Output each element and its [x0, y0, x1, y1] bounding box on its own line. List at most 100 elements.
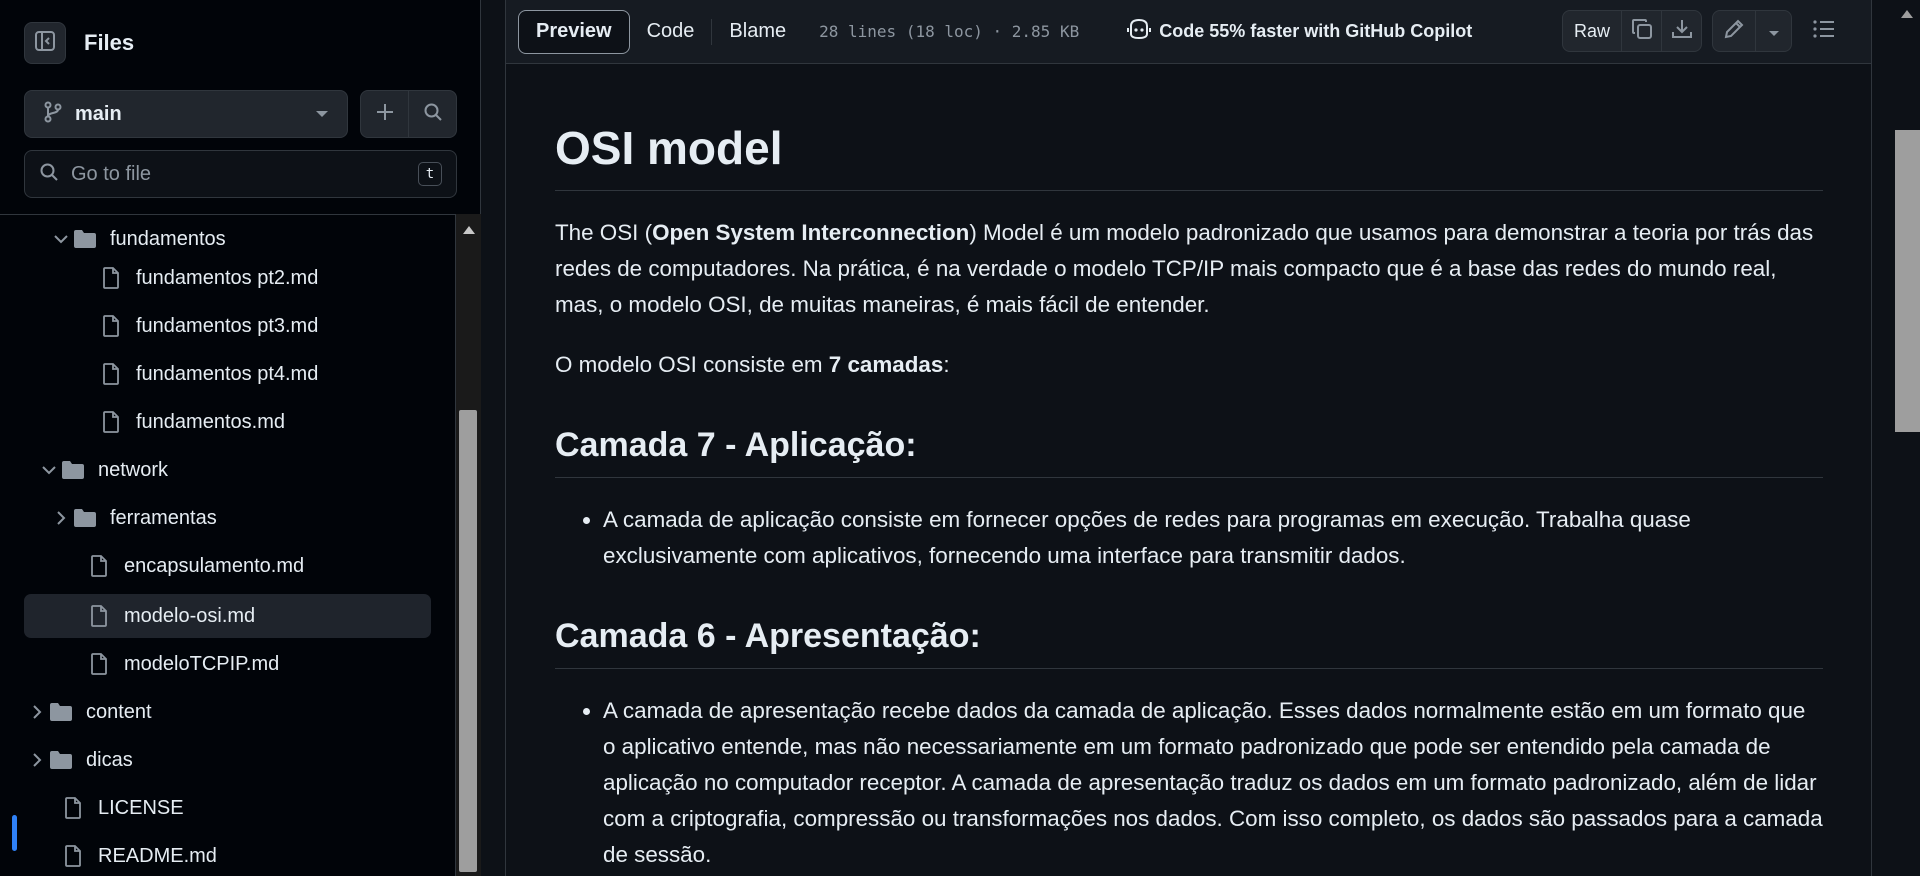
tree-actions — [360, 90, 457, 138]
tab-preview[interactable]: Preview — [518, 9, 630, 54]
tree-item-label: fundamentos pt2.md — [136, 266, 319, 289]
tree-item-label: encapsulamento.md — [124, 554, 305, 577]
copilot-icon — [1127, 18, 1152, 45]
tree-item-label: fundamentos pt4.md — [136, 362, 319, 385]
section-list: A camada de apresentação recebe dados da… — [555, 693, 1823, 873]
tree-item-label: ferramentas — [110, 506, 217, 529]
tree-item-label: content — [86, 700, 152, 723]
active-item-indicator — [12, 815, 17, 851]
tree-item-fundamentos-pt3[interactable]: fundamentos pt3.md — [24, 304, 431, 348]
folder-icon — [60, 460, 86, 480]
tree-item-encapsulamento[interactable]: encapsulamento.md — [24, 544, 431, 588]
file-view: Preview Code Blame 28 lines (18 loc) · 2… — [505, 0, 1872, 876]
markdown-body: OSI model The OSI (Open System Interconn… — [555, 64, 1823, 873]
layers-text-start: O modelo OSI consiste em — [555, 352, 829, 377]
layers-text-end: : — [943, 352, 950, 377]
branch-name: main — [75, 102, 122, 125]
sidebar-scrollbar[interactable] — [455, 214, 481, 876]
edit-options-button[interactable] — [1755, 11, 1791, 51]
intro-paragraph: The OSI (Open System Interconnection) Mo… — [555, 215, 1823, 323]
tree-item-readme[interactable]: README.md — [24, 834, 431, 876]
list-item: A camada de apresentação recebe dados da… — [603, 693, 1823, 873]
tree-item-label: LICENSE — [98, 796, 184, 819]
collapse-sidebar-button[interactable] — [24, 22, 66, 64]
chevron-right-icon[interactable] — [26, 753, 48, 767]
download-icon — [1671, 18, 1693, 45]
chevron-down-icon[interactable] — [50, 234, 72, 244]
sidebar-header: Files — [24, 22, 134, 64]
file-tree: fundamentos fundamentos pt2.md fundament… — [0, 214, 455, 876]
git-branch-icon — [43, 101, 63, 128]
chevron-down-icon[interactable] — [38, 465, 60, 475]
folder-icon — [72, 229, 98, 249]
raw-button[interactable]: Raw — [1563, 11, 1621, 51]
sidebar-scrollbar-thumb[interactable] — [459, 410, 477, 872]
pencil-icon — [1723, 18, 1745, 45]
scroll-up-arrow-icon[interactable] — [1901, 10, 1913, 18]
file-tree-sidebar: Files main t — [0, 0, 481, 876]
tab-blame[interactable]: Blame — [712, 10, 803, 54]
copilot-link[interactable]: Code 55% faster with GitHub Copilot — [1127, 18, 1472, 45]
tree-item-label: dicas — [86, 748, 133, 771]
tree-item-modelo-osi[interactable]: modelo-osi.md — [24, 594, 431, 638]
copilot-label: Code 55% faster with GitHub Copilot — [1159, 21, 1473, 41]
tree-item-label: README.md — [98, 844, 217, 867]
intro-text-start: The OSI ( — [555, 220, 653, 245]
file-icon — [86, 605, 112, 627]
tree-item-modelotcpip[interactable]: modeloTCPIP.md — [24, 642, 431, 686]
file-icon — [98, 315, 124, 337]
plus-icon — [375, 102, 395, 127]
sidebar-collapse-icon — [34, 30, 56, 57]
tree-item-content[interactable]: content — [24, 690, 431, 734]
edit-file-button[interactable] — [1713, 11, 1755, 51]
go-to-file-field[interactable]: t — [24, 150, 457, 198]
list-item: A camada de aplicação consiste em fornec… — [603, 502, 1823, 574]
search-code-button[interactable] — [408, 91, 456, 137]
tree-item-label: fundamentos — [110, 227, 226, 250]
folder-icon — [48, 702, 74, 722]
section-heading-camada-7: Camada 7 - Aplicação: — [555, 423, 1823, 478]
go-to-file-input[interactable] — [71, 162, 418, 186]
tree-item-dicas[interactable]: dicas — [24, 738, 431, 782]
page-scrollbar-thumb[interactable] — [1895, 130, 1920, 432]
intro-bold-term: Open System Interconnection — [652, 220, 970, 245]
tree-item-label: modelo-osi.md — [124, 604, 256, 627]
file-icon — [86, 653, 112, 675]
file-icon — [60, 797, 86, 819]
chevron-right-icon[interactable] — [26, 705, 48, 719]
copy-raw-button[interactable] — [1621, 11, 1661, 51]
copy-icon — [1631, 18, 1653, 45]
keyboard-shortcut-badge: t — [418, 162, 442, 186]
tab-code[interactable]: Code — [630, 10, 712, 54]
search-icon — [423, 102, 443, 127]
tree-item-license[interactable]: LICENSE — [24, 786, 431, 830]
tree-item-label: fundamentos.md — [136, 410, 285, 433]
chevron-right-icon[interactable] — [50, 511, 72, 525]
page-title: OSI model — [555, 120, 1823, 191]
sidebar-title: Files — [84, 30, 135, 55]
tree-item-fundamentos-md[interactable]: fundamentos.md — [24, 400, 431, 444]
view-mode-switch: Preview Code Blame — [518, 9, 803, 55]
folder-icon — [72, 508, 98, 528]
layers-bold-count: 7 camadas — [828, 352, 944, 377]
edit-group — [1712, 10, 1792, 52]
file-meta: 28 lines (18 loc) · 2.85 KB — [819, 22, 1080, 41]
caret-down-icon — [315, 105, 329, 123]
branch-selector[interactable]: main — [24, 90, 348, 138]
tree-item-fundamentos-pt4[interactable]: fundamentos pt4.md — [24, 352, 431, 396]
outline-button[interactable] — [1803, 10, 1845, 52]
search-icon — [39, 162, 59, 187]
download-button[interactable] — [1661, 11, 1701, 51]
tree-item-ferramentas[interactable]: ferramentas — [24, 496, 431, 540]
tree-item-fundamentos-pt2[interactable]: fundamentos pt2.md — [24, 256, 431, 300]
scroll-up-arrow-icon[interactable] — [463, 226, 475, 234]
add-file-button[interactable] — [361, 91, 408, 137]
tree-item-network[interactable]: network — [24, 448, 431, 492]
section-list: A camada de aplicação consiste em fornec… — [555, 502, 1823, 574]
tree-item-label: fundamentos pt3.md — [136, 314, 319, 337]
page-scrollbar[interactable] — [1895, 0, 1920, 876]
file-toolbar: Preview Code Blame 28 lines (18 loc) · 2… — [506, 0, 1871, 64]
file-icon — [60, 845, 86, 867]
tree-item-fundamentos[interactable]: fundamentos — [24, 217, 431, 261]
tree-item-label: modeloTCPIP.md — [124, 652, 280, 675]
